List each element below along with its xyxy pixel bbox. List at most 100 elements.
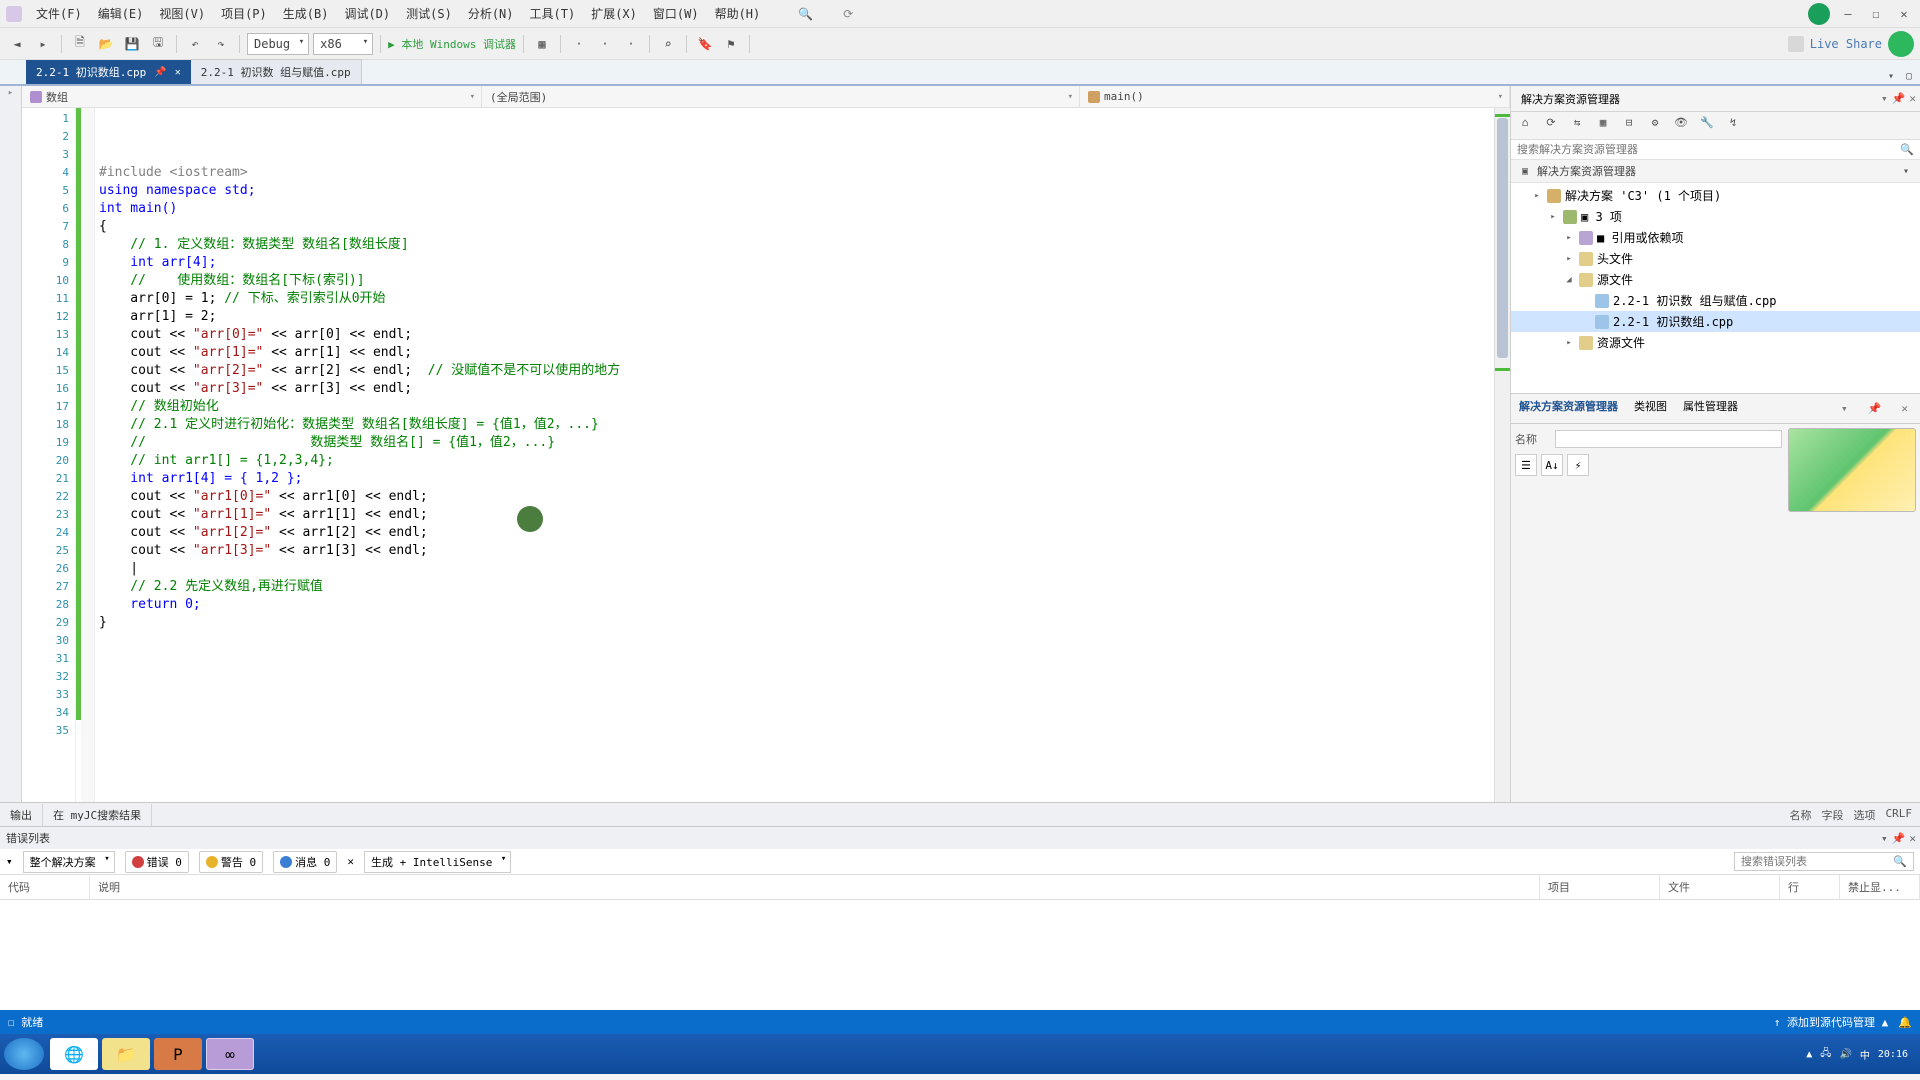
prop-tab-class[interactable]: 类视图 (1626, 394, 1675, 423)
menu-edit[interactable]: 编辑(E) (90, 1, 152, 26)
scrollbar-thumb[interactable] (1497, 118, 1508, 358)
nav-fwd-icon[interactable]: ▸ (32, 33, 54, 55)
solution-search-icon[interactable]: 🔍 (1900, 143, 1914, 156)
errlist-dd-icon[interactable]: ▾ (1881, 832, 1888, 845)
platform-combo[interactable]: x86 (313, 33, 373, 55)
live-share-avatar-icon[interactable] (1888, 31, 1914, 57)
tree-item[interactable]: ▸■ 引用或依赖项 (1511, 227, 1920, 248)
flag-icon[interactable]: ⚑ (720, 33, 742, 55)
menu-view[interactable]: 视图(V) (151, 1, 213, 26)
nav-scope[interactable]: (全局范围) (482, 86, 1080, 107)
menu-debug[interactable]: 调试(D) (336, 1, 398, 26)
doc-tab-close-icon[interactable]: ✕ (175, 67, 181, 78)
tree-item[interactable]: ▸▣ 3 项 (1511, 206, 1920, 227)
notify-icon[interactable]: ⟳ (843, 7, 853, 21)
errlist-search-input[interactable] (1741, 855, 1893, 868)
errlist-col-desc[interactable]: 说明 (90, 875, 1540, 899)
prop-name-input[interactable] (1555, 430, 1782, 448)
solution-tree[interactable]: ▸解决方案 'C3' (1 个项目)▸▣ 3 项▸■ 引用或依赖项▸头文件◢源文… (1511, 183, 1920, 393)
doc-tab-dropdown-icon[interactable]: ▾ (1884, 69, 1898, 84)
prop-tab-sol[interactable]: 解决方案资源管理器 (1511, 394, 1626, 423)
menu-extensions[interactable]: 扩展(X) (583, 1, 645, 26)
errlist-messages-pill[interactable]: 消息 0 (273, 851, 337, 873)
nav-member[interactable]: main() (1080, 86, 1510, 107)
output-tab-output[interactable]: 输出 (0, 804, 43, 826)
tree-item[interactable]: ▸解决方案 'C3' (1 个项目) (1511, 185, 1920, 206)
left-strip-item[interactable]: ▸ (6, 88, 16, 98)
tray-vol-icon[interactable]: 🔊 (1839, 1049, 1851, 1060)
prop-cat-icon[interactable]: ☰ (1515, 454, 1537, 476)
prop-az-icon[interactable]: A↓ (1541, 454, 1563, 476)
live-share-label[interactable]: Live Share (1810, 37, 1882, 51)
dbg2-icon[interactable]: · (594, 33, 616, 55)
tray-time[interactable]: 20:16 (1878, 1049, 1908, 1060)
sol-showall-icon[interactable]: ▦ (1593, 116, 1613, 136)
errlist-col-proj[interactable]: 项目 (1540, 875, 1660, 899)
sol-hdr-icon[interactable]: ▣ (1517, 163, 1533, 179)
maximize-button[interactable]: ☐ (1866, 7, 1886, 21)
errlist-pin-icon[interactable]: 📌 (1892, 832, 1906, 845)
new-file-icon[interactable]: 🗎 (69, 33, 91, 55)
run-button[interactable]: ▶ 本地 Windows 调试器 (388, 36, 516, 52)
step-icon[interactable]: ▦ (531, 33, 553, 55)
dbg3-icon[interactable]: · (620, 33, 642, 55)
tray-lang-icon[interactable]: 中 (1860, 1047, 1870, 1062)
errlist-col-line[interactable]: 行 (1780, 875, 1840, 899)
output-right-name[interactable]: 名称 (1790, 807, 1812, 823)
minimize-button[interactable]: — (1838, 7, 1858, 21)
open-icon[interactable]: 📂 (95, 33, 117, 55)
menu-test[interactable]: 测试(S) (398, 1, 460, 26)
tree-item[interactable]: ▸头文件 (1511, 248, 1920, 269)
prop-panel-close-icon[interactable]: ✕ (1893, 398, 1916, 419)
tray-net-icon[interactable]: 🖧 (1820, 1046, 1831, 1063)
system-tray[interactable]: ▲ 🖧 🔊 中 20:16 (1806, 1046, 1916, 1063)
errlist-errors-pill[interactable]: 错误 0 (125, 851, 189, 873)
status-notify-icon[interactable]: 🔔 (1898, 1016, 1912, 1029)
doc-tab-inactive[interactable]: 2.2-1 初识数 组与赋值.cpp (191, 59, 362, 84)
errlist-body[interactable] (0, 900, 1920, 1010)
find-icon[interactable]: ⌕ (657, 33, 679, 55)
sol-props-icon[interactable]: ⚙ (1645, 116, 1665, 136)
undo-icon[interactable]: ↶ (184, 33, 206, 55)
sol-more-icon[interactable]: ↯ (1723, 116, 1743, 136)
tree-item[interactable]: 2.2-1 初识数组.cpp (1511, 311, 1920, 332)
menu-window[interactable]: 窗口(W) (645, 1, 707, 26)
tree-item[interactable]: 2.2-1 初识数 组与赋值.cpp (1511, 290, 1920, 311)
prop-events-icon[interactable]: ⚡ (1567, 454, 1589, 476)
output-right-crlf[interactable]: CRLF (1886, 807, 1913, 823)
fold-bar[interactable] (81, 108, 95, 802)
sol-home-icon[interactable]: ⌂ (1515, 116, 1535, 136)
errlist-build-combo[interactable]: 生成 + IntelliSense (364, 851, 511, 873)
tree-item[interactable]: ◢源文件 (1511, 269, 1920, 290)
panel-pin-icon[interactable]: ▾ (1881, 92, 1888, 105)
right-panel-tab[interactable]: 解决方案资源管理器 (1515, 87, 1626, 111)
taskbar-chrome-icon[interactable]: 🌐 (50, 1038, 98, 1070)
menu-project[interactable]: 项目(P) (213, 1, 275, 26)
errlist-close-icon[interactable]: ✕ (1909, 832, 1916, 845)
errlist-col-code[interactable]: 代码 (0, 875, 90, 899)
vertical-scrollbar[interactable] (1494, 108, 1510, 802)
save-all-icon[interactable]: 🖫 (147, 33, 169, 55)
output-right-opt[interactable]: 选项 (1854, 807, 1876, 823)
tray-icon[interactable]: ▲ (1806, 1049, 1812, 1060)
status-source-control[interactable]: ↑ 添加到源代码管理 ▲ (1774, 1014, 1889, 1030)
sol-refresh-icon[interactable]: ⟳ (1541, 116, 1561, 136)
menu-build[interactable]: 生成(B) (275, 1, 337, 26)
solution-search-input[interactable] (1517, 143, 1896, 156)
doc-tab-active[interactable]: 2.2-1 初识数组.cpp 📌 ✕ (26, 60, 191, 84)
menu-tools[interactable]: 工具(T) (522, 1, 584, 26)
menu-file[interactable]: 文件(F) (28, 1, 90, 26)
output-right-field[interactable]: 字段 (1822, 807, 1844, 823)
config-combo[interactable]: Debug (247, 33, 309, 55)
sol-hdr-dd-icon[interactable]: ▾ (1898, 163, 1914, 179)
search-icon[interactable]: 🔍 (798, 7, 813, 21)
start-button[interactable] (4, 1038, 44, 1070)
taskbar-visualstudio-icon[interactable]: ∞ (206, 1038, 254, 1070)
output-tab-find[interactable]: 在 myJC搜索结果 (43, 804, 152, 826)
sol-sync-icon[interactable]: ⇆ (1567, 116, 1587, 136)
live-share-icon[interactable] (1788, 36, 1804, 52)
code-text-area[interactable]: #include <iostream>using namespace std;i… (95, 108, 1510, 802)
prop-tab-prop[interactable]: 属性管理器 (1675, 394, 1746, 423)
taskbar-powerpoint-icon[interactable]: P (154, 1038, 202, 1070)
sol-wrench-icon[interactable]: 🔧 (1697, 116, 1717, 136)
